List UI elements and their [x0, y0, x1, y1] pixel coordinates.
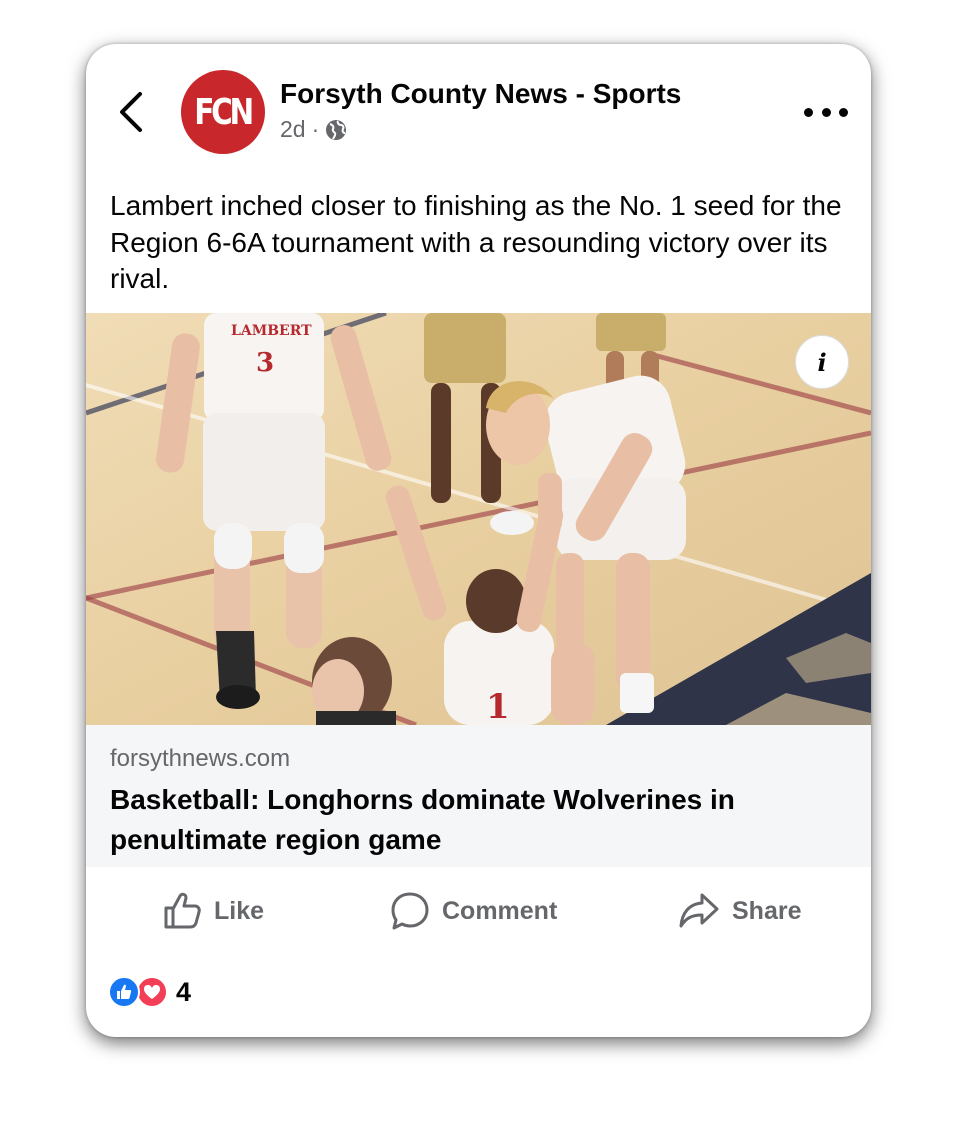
share-arrow-icon: [679, 893, 719, 928]
info-button[interactable]: i: [795, 335, 849, 389]
thumbs-up-icon: [164, 892, 201, 929]
action-bar: Like Comment Share: [86, 877, 871, 945]
post-time[interactable]: 2d: [280, 116, 306, 143]
jersey-number-1: 1: [486, 687, 510, 725]
comment-label: Comment: [442, 896, 558, 925]
comment-button[interactable]: Comment: [390, 877, 557, 945]
like-button[interactable]: Like: [162, 877, 264, 945]
post-photo[interactable]: LAMBERT 3 1 i: [86, 313, 871, 725]
more-dot-icon: [804, 107, 813, 117]
page-name[interactable]: Forsyth County News - Sports: [280, 78, 681, 110]
like-label: Like: [214, 896, 265, 925]
basketball-photo: LAMBERT 3 1: [86, 313, 871, 725]
share-label: Share: [732, 896, 802, 925]
reaction-count: 4: [176, 976, 192, 1007]
link-preview[interactable]: forsythnews.com Basketball: Longhorns do…: [86, 725, 871, 867]
more-options-button[interactable]: [804, 94, 848, 130]
globe-icon: [326, 119, 347, 140]
chevron-left-icon: [120, 92, 142, 132]
reactions-summary[interactable]: 4: [108, 975, 191, 1009]
page-avatar[interactable]: FCN: [181, 70, 265, 154]
post-text: Lambert inched closer to finishing as th…: [110, 190, 842, 294]
comment-bubble-icon: [391, 892, 429, 930]
jersey-number-3: 3: [256, 348, 274, 378]
back-button[interactable]: [114, 88, 150, 136]
jersey-lettering: LAMBERT: [231, 323, 312, 339]
link-title: Basketball: Longhorns dominate Wolverine…: [110, 784, 735, 855]
more-dot-icon: [821, 107, 831, 117]
meta-separator: ·: [311, 116, 320, 142]
like-reaction-icon: [108, 976, 140, 1008]
love-reaction-icon: [136, 976, 168, 1008]
more-dot-icon: [839, 107, 848, 117]
post-card: FCN Forsyth County News - Sports 2d · La…: [86, 44, 871, 1037]
avatar-logo-text: FCN: [194, 91, 255, 133]
link-domain: forsythnews.com: [110, 745, 291, 772]
post-meta: 2d ·: [280, 116, 347, 143]
share-button[interactable]: Share: [678, 877, 801, 945]
